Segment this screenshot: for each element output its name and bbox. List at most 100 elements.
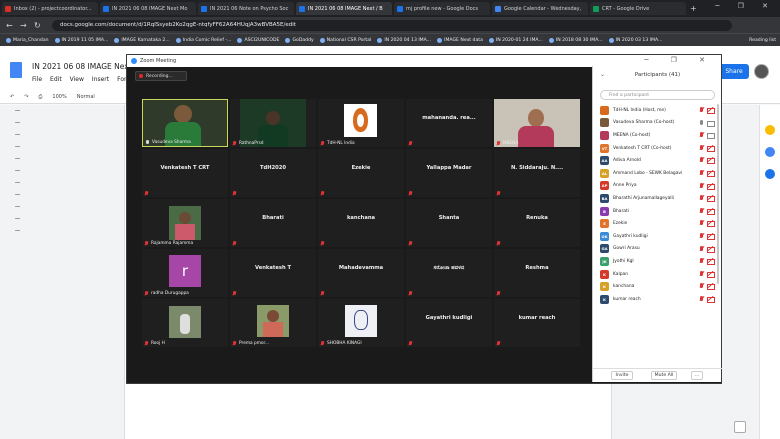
mic-muted-icon[interactable] — [699, 207, 704, 214]
tasks-icon[interactable] — [765, 147, 775, 157]
participant-tile[interactable]: RathnaPrsd — [230, 99, 316, 147]
zoom-select[interactable]: 100% — [52, 94, 66, 100]
participant-search-input[interactable]: Find a participant — [600, 90, 715, 100]
browser-tab[interactable]: IN 2021 06 Note on Psycho Soc — [198, 2, 294, 15]
camera-off-icon[interactable] — [707, 170, 715, 177]
participant-tile[interactable]: ಸರೋಜಾ ಹವಳದ — [406, 249, 492, 297]
browser-tab[interactable]: Google Calendar - Wednesday, — [492, 2, 588, 15]
forward-icon[interactable]: → — [20, 21, 28, 30]
participant-row[interactable]: JK Jyothi Kgl — [593, 255, 722, 268]
participant-row[interactable]: TdH-NL India (Host, me) — [593, 104, 722, 117]
camera-off-icon[interactable] — [707, 220, 715, 228]
camera-on-icon[interactable] — [707, 120, 715, 127]
mic-muted-icon[interactable] — [699, 220, 704, 226]
explore-button[interactable] — [734, 421, 746, 433]
camera-off-icon[interactable] — [707, 208, 715, 215]
mic-muted-icon[interactable] — [699, 258, 704, 264]
participant-tile[interactable]: N. Siddaraju. N.... — [494, 149, 580, 197]
participant-tile[interactable]: MEENA — [494, 99, 580, 147]
undo-icon[interactable]: ↶ — [10, 94, 14, 100]
bookmark-item[interactable]: IN 2019 11 05 IMA... — [54, 37, 108, 43]
participant-tile[interactable]: Renuka — [494, 199, 580, 247]
participant-row[interactable]: Kkanchana — [593, 280, 722, 293]
participant-row[interactable]: K Kalpan — [593, 268, 722, 281]
document-title[interactable]: IN 2021 06 08 IMAGE Next — [32, 62, 132, 71]
mic-on-icon[interactable] — [699, 119, 704, 126]
bookmark-item[interactable]: ASCI2UNICODE — [237, 37, 279, 43]
bookmark-item[interactable]: National CSR Portal — [319, 37, 371, 43]
mic-muted-icon[interactable] — [699, 169, 704, 176]
bookmark-item[interactable]: GoDaddy — [285, 37, 314, 43]
style-select[interactable]: Normal — [77, 94, 95, 100]
mic-muted-icon[interactable] — [699, 144, 704, 151]
menu-view[interactable]: View — [70, 76, 84, 83]
invite-button[interactable]: Invite — [611, 371, 633, 380]
camera-off-icon[interactable] — [707, 107, 715, 114]
participant-row[interactable]: AL Ammand Lobo - SEWK Belagavi — [593, 167, 722, 180]
mic-muted-icon[interactable] — [699, 182, 704, 189]
participant-tile[interactable]: Yallappa Madar — [406, 149, 492, 197]
bookmark-item[interactable]: IN 2020-01 24 IMA... — [488, 37, 543, 43]
participant-list-scrollbar[interactable] — [717, 104, 719, 284]
keep-icon[interactable] — [765, 125, 775, 135]
new-tab-button[interactable]: + — [690, 4, 697, 13]
browser-tab[interactable]: Inbox (2) - projectcoordinator... — [2, 2, 98, 15]
participant-tile[interactable]: r radha Durugappa — [142, 249, 228, 297]
participant-tile[interactable]: Venkatesh T — [230, 249, 316, 297]
mic-muted-icon[interactable] — [699, 283, 704, 289]
participant-tile[interactable]: Mahadevamma — [318, 249, 404, 297]
participant-row[interactable]: MEENA (Co-host) — [593, 129, 722, 142]
participant-tile[interactable]: kanchana — [318, 199, 404, 247]
mute-all-button[interactable]: Mute All — [651, 371, 677, 380]
calendar-icon[interactable] — [765, 169, 775, 179]
participant-row[interactable]: GA Gowri Arasu — [593, 243, 722, 256]
participant-tile[interactable]: Rajamma Rajamma — [142, 199, 228, 247]
participant-tile[interactable]: Vasudeva Sharma — [142, 99, 228, 147]
participant-tile[interactable]: Ezekie — [318, 149, 404, 197]
recording-indicator[interactable]: Recording... — [135, 71, 187, 81]
bookmark-item[interactable]: India Comic Relief -... — [175, 37, 231, 43]
mic-muted-icon[interactable] — [699, 232, 704, 239]
camera-off-icon[interactable] — [707, 296, 715, 303]
camera-off-icon[interactable] — [707, 157, 715, 165]
mic-muted-icon[interactable] — [699, 245, 704, 252]
camera-off-icon[interactable] — [707, 246, 715, 253]
bookmark-item[interactable]: IMAGE Karnataka 2... — [114, 37, 170, 43]
menu-edit[interactable]: Edit — [50, 76, 62, 83]
camera-off-icon[interactable] — [707, 145, 715, 152]
more-options-button[interactable]: ... — [691, 371, 703, 380]
participant-tile[interactable]: Reshma — [494, 249, 580, 297]
menu-file[interactable]: File — [32, 76, 42, 83]
participant-row[interactable]: BA Bharathi Arjunamallageyalli — [593, 192, 722, 205]
participant-row[interactable]: GK Gayathri kudligi — [593, 230, 722, 243]
bookmark-item[interactable]: IMAGE Next data — [437, 37, 483, 43]
camera-off-icon[interactable] — [707, 183, 715, 190]
participant-tile[interactable]: SHOBHA KINAGI — [318, 299, 404, 347]
camera-off-icon[interactable] — [707, 233, 715, 240]
participant-tile[interactable]: mahananda. rea... — [406, 99, 492, 147]
browser-tab[interactable]: mj profile new - Google Docs — [394, 2, 490, 15]
browser-tab[interactable]: IN 2021 06 08 IMAGE Next Mo — [100, 2, 196, 15]
participant-tile[interactable]: Shanta — [406, 199, 492, 247]
participant-tile[interactable]: Venkatesh T CRT — [142, 149, 228, 197]
mic-muted-icon[interactable] — [699, 132, 704, 138]
account-avatar[interactable] — [754, 64, 769, 79]
participant-tile[interactable]: kumar reach — [494, 299, 580, 347]
print-icon[interactable]: ⎙ — [38, 94, 42, 100]
participant-tile[interactable]: TdH-NL India — [318, 99, 404, 147]
mic-muted-icon[interactable] — [699, 270, 704, 277]
camera-off-icon[interactable] — [707, 195, 715, 203]
camera-on-icon[interactable] — [707, 132, 715, 140]
participant-row[interactable]: Vasudeva Sharma (Co-host) — [593, 117, 722, 130]
browser-tab[interactable]: CRT - Google Drive — [590, 2, 686, 15]
participant-row[interactable]: AP Anne Priya — [593, 180, 722, 193]
participant-row[interactable]: VT Venkatesh T CRT (Co-host) — [593, 142, 722, 155]
participant-tile[interactable]: Rooj H — [142, 299, 228, 347]
browser-tab[interactable]: IN 2021 06 08 IMAGE Next / B — [296, 2, 392, 15]
share-button[interactable]: Share — [719, 64, 749, 79]
participant-tile[interactable]: Prema pmor... — [230, 299, 316, 347]
reading-list-button[interactable]: Reading list — [749, 38, 776, 43]
back-icon[interactable]: ← — [6, 21, 14, 30]
bookmark-item[interactable]: IN 2018 08 30 IMA... — [548, 37, 603, 43]
participant-row[interactable]: Kkumar reach — [593, 293, 722, 306]
